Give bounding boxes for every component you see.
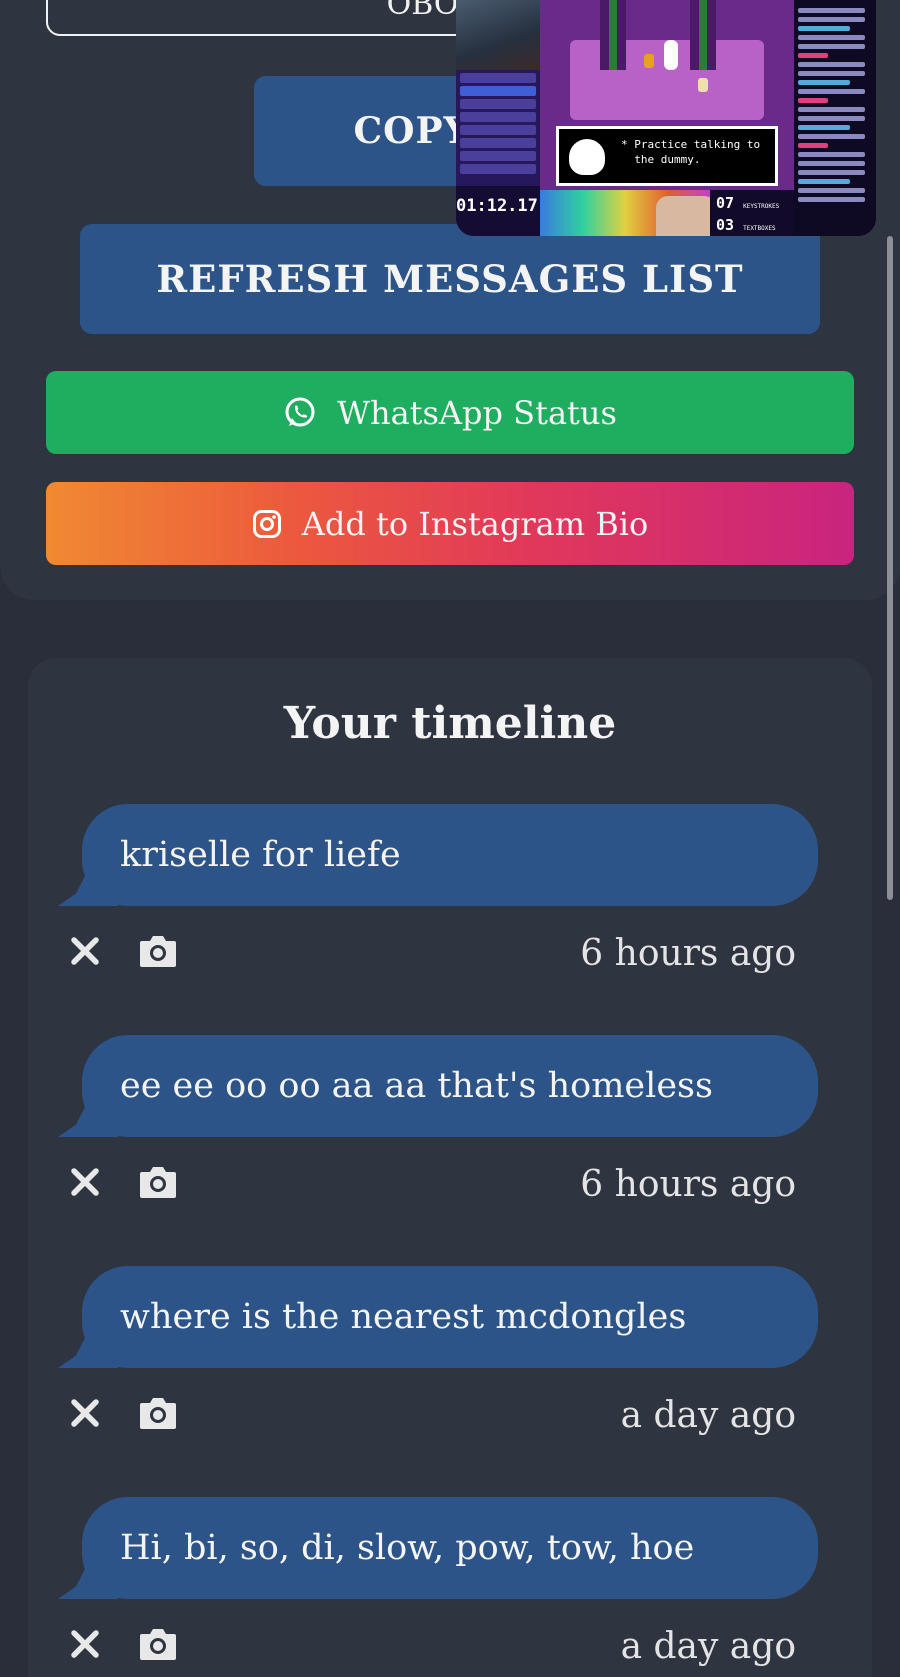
- pip-webcam: [456, 0, 540, 70]
- message-timestamp: 6 hours ago: [580, 1164, 796, 1205]
- pip-chat-panel: [794, 0, 876, 236]
- pip-keystrokes-count: 07: [716, 194, 735, 212]
- instagram-bio-button[interactable]: Add to Instagram Bio: [46, 482, 854, 565]
- refresh-messages-label: REFRESH MESSAGES LIST: [156, 257, 744, 301]
- pip-dialog-box: * Practice talking to the dummy.: [556, 126, 778, 186]
- instagram-bio-label: Add to Instagram Bio: [301, 504, 649, 543]
- instagram-icon: [252, 509, 282, 539]
- camera-icon[interactable]: [138, 1394, 178, 1432]
- pip-textboxes-count: 03: [716, 216, 735, 234]
- message-actions: 6 hours ago: [58, 1155, 842, 1215]
- camera-icon[interactable]: [138, 1625, 178, 1663]
- message-timestamp: 6 hours ago: [580, 933, 796, 974]
- message-timestamp: a day ago: [620, 1626, 796, 1667]
- message-bubble: ee ee oo oo aa aa that's homeless: [82, 1035, 818, 1137]
- close-icon[interactable]: [68, 1165, 102, 1199]
- pip-counters: 07 KEYSTROKES 03 TEXTBOXES: [710, 190, 794, 236]
- camera-icon[interactable]: [138, 932, 178, 970]
- pip-splits-panel: [456, 70, 540, 192]
- message-timestamp: a day ago: [620, 1395, 796, 1436]
- pip-textboxes-label: TEXTBOXES: [743, 225, 776, 232]
- page: OBO... COPY TH REFRESH MESSAGES LIST Wha…: [0, 0, 900, 1677]
- message-actions: a day ago: [58, 1617, 842, 1673]
- close-icon[interactable]: [68, 1396, 102, 1430]
- pip-dialog-text: * Practice talking to the dummy.: [621, 138, 761, 166]
- message-actions: 6 hours ago: [58, 924, 842, 984]
- refresh-messages-button[interactable]: REFRESH MESSAGES LIST: [80, 224, 820, 334]
- whatsapp-status-label: WhatsApp Status: [337, 393, 617, 432]
- whatsapp-status-button[interactable]: WhatsApp Status: [46, 371, 854, 454]
- pip-keystrokes-label: KEYSTROKES: [743, 203, 780, 210]
- close-icon[interactable]: [68, 934, 102, 968]
- camera-icon[interactable]: [138, 1163, 178, 1201]
- close-icon[interactable]: [68, 1627, 102, 1661]
- message-bubble: kriselle for liefe: [82, 804, 818, 906]
- message-actions: a day ago: [58, 1386, 842, 1446]
- picture-in-picture-video[interactable]: 01:12.17 * Practice talking to the dummy…: [456, 0, 876, 236]
- timeline-title: Your timeline: [283, 698, 617, 749]
- message-bubble: Hi, bi, so, di, slow, pow, tow, hoe: [82, 1497, 818, 1599]
- message-bubble: where is the nearest mcdongles: [82, 1266, 818, 1368]
- pip-timer: 01:12.17: [456, 186, 540, 236]
- scrollbar[interactable]: [887, 236, 893, 900]
- whatsapp-icon: [283, 396, 317, 430]
